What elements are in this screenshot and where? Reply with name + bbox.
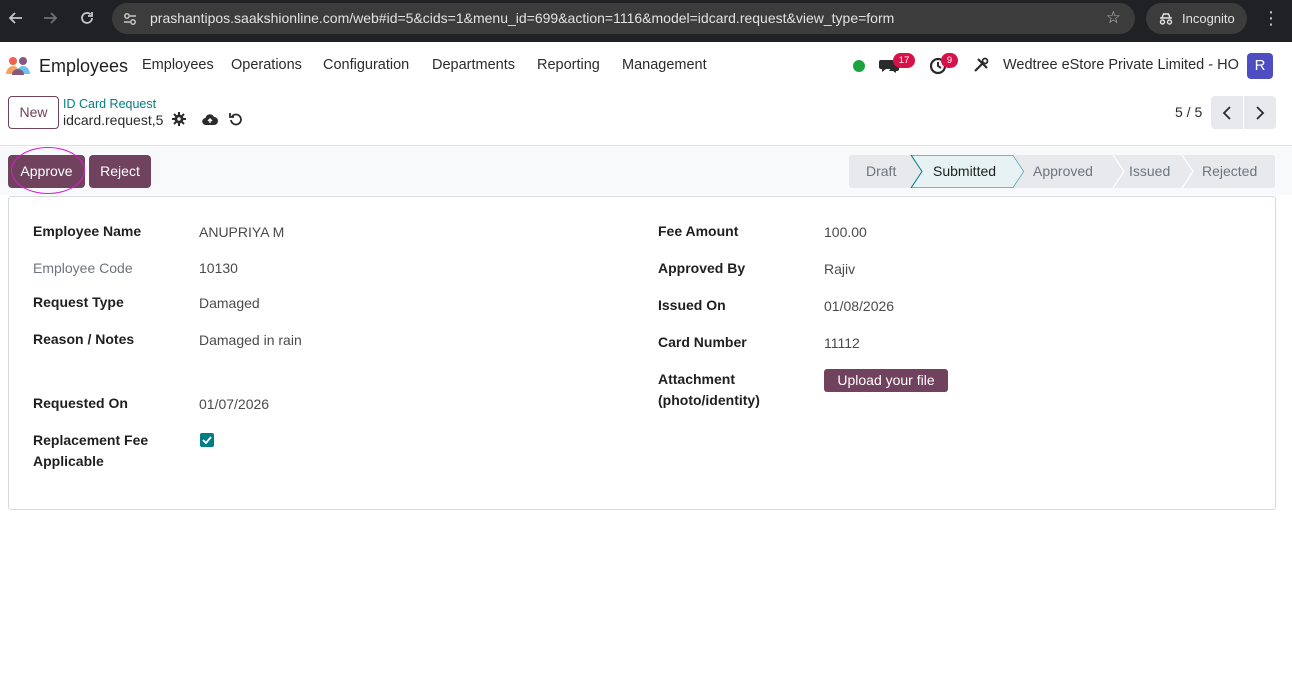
incognito-label: Incognito <box>1182 11 1235 26</box>
card-number-field[interactable]: 11112 <box>824 333 860 354</box>
save-cloud-icon[interactable] <box>202 113 218 126</box>
activities-count-badge: 9 <box>941 53 958 68</box>
reload-icon[interactable] <box>75 6 99 30</box>
approved-by-label: Approved By <box>658 260 746 276</box>
menu-departments[interactable]: Departments <box>432 57 515 73</box>
upload-file-button[interactable]: Upload your file <box>824 369 948 392</box>
site-settings-icon[interactable] <box>122 11 138 27</box>
address-bar[interactable]: prashantipos.saakshionline.com/web#id=5&… <box>112 3 1135 34</box>
reason-notes-field[interactable]: Damaged in rain <box>199 330 302 351</box>
employees-app-icon[interactable] <box>5 56 31 76</box>
bookmark-star-icon[interactable]: ☆ <box>1106 8 1121 28</box>
request-type-field[interactable]: Damaged <box>199 293 260 314</box>
browser-toolbar: prashantipos.saakshionline.com/web#id=5&… <box>0 0 1292 42</box>
forward-arrow-icon[interactable] <box>38 6 62 30</box>
employee-name-label: Employee Name <box>33 223 142 239</box>
employee-code-label: Employee Code <box>33 260 133 276</box>
checkmark-icon <box>202 436 212 445</box>
menu-employees[interactable]: Employees <box>142 57 214 73</box>
card-number-label: Card Number <box>658 334 747 350</box>
attachment-label-line1: Attachment <box>658 371 736 387</box>
stage-submitted[interactable]: Submitted <box>933 163 996 179</box>
replacement-fee-label-line2: Applicable <box>33 453 104 469</box>
back-arrow-icon[interactable] <box>4 6 28 30</box>
requested-on-field[interactable]: 01/07/2026 <box>199 394 269 415</box>
employee-code-field[interactable]: 10130 <box>199 258 238 279</box>
menu-operations[interactable]: Operations <box>231 57 302 73</box>
chevron-right-icon <box>1256 105 1265 120</box>
online-status-icon[interactable] <box>853 60 865 72</box>
stage-approved[interactable]: Approved <box>1033 163 1093 179</box>
employee-name-field[interactable]: ANUPRIYA M <box>199 222 284 243</box>
fee-amount-label: Fee Amount <box>658 223 739 239</box>
user-avatar[interactable]: R <box>1247 53 1273 79</box>
replacement-fee-checkbox[interactable] <box>200 433 214 447</box>
form-sheet: Employee Name ANUPRIYA M Employee Code 1… <box>8 196 1276 510</box>
requested-on-label: Requested On <box>33 395 128 411</box>
approved-by-field[interactable]: Rajiv <box>824 259 855 280</box>
app-name[interactable]: Employees <box>39 56 128 77</box>
pager-previous-button[interactable] <box>1211 96 1243 129</box>
url-text[interactable]: prashantipos.saakshionline.com/web#id=5&… <box>150 10 894 26</box>
browser-menu-icon[interactable]: ⋮ <box>1262 8 1280 29</box>
stage-rejected[interactable]: Rejected <box>1202 163 1257 179</box>
record-title: idcard.request,5 <box>63 112 164 128</box>
request-type-label: Request Type <box>33 294 124 310</box>
control-panel: New ID Card Request idcard.request,5 5 /… <box>0 88 1292 146</box>
pager-value[interactable]: 5 / 5 <box>1175 104 1202 120</box>
status-bar: Approve Reject Draft Submitted Approved … <box>0 147 1292 195</box>
reason-notes-label: Reason / Notes <box>33 331 135 347</box>
menu-configuration[interactable]: Configuration <box>323 57 409 73</box>
new-button[interactable]: New <box>8 96 59 129</box>
breadcrumb[interactable]: ID Card Request <box>63 97 156 111</box>
messages-count-badge: 17 <box>893 53 915 68</box>
reject-button[interactable]: Reject <box>89 155 151 188</box>
fee-amount-field[interactable]: 100.00 <box>824 222 867 243</box>
attachment-label-line2: (photo/identity) <box>658 392 760 408</box>
discard-undo-icon[interactable] <box>229 112 243 126</box>
incognito-icon <box>1159 12 1173 25</box>
menu-management[interactable]: Management <box>622 57 707 73</box>
pager-next-button[interactable] <box>1244 96 1276 129</box>
incognito-indicator[interactable]: Incognito <box>1146 3 1247 34</box>
stage-draft[interactable]: Draft <box>866 163 896 179</box>
menu-reporting[interactable]: Reporting <box>537 57 600 73</box>
chevron-left-icon <box>1222 105 1231 120</box>
replacement-fee-label-line1: Replacement Fee <box>33 432 149 448</box>
stage-issued[interactable]: Issued <box>1129 163 1170 179</box>
issued-on-label: Issued On <box>658 297 726 313</box>
debug-tools-icon[interactable] <box>972 56 990 74</box>
approve-button[interactable]: Approve <box>8 155 85 188</box>
issued-on-field[interactable]: 01/08/2026 <box>824 296 894 317</box>
company-switcher[interactable]: Wedtree eStore Private Limited - HO <box>1003 57 1239 73</box>
top-navbar: Employees Employees Operations Configura… <box>0 42 1292 88</box>
gear-icon[interactable] <box>172 112 186 126</box>
